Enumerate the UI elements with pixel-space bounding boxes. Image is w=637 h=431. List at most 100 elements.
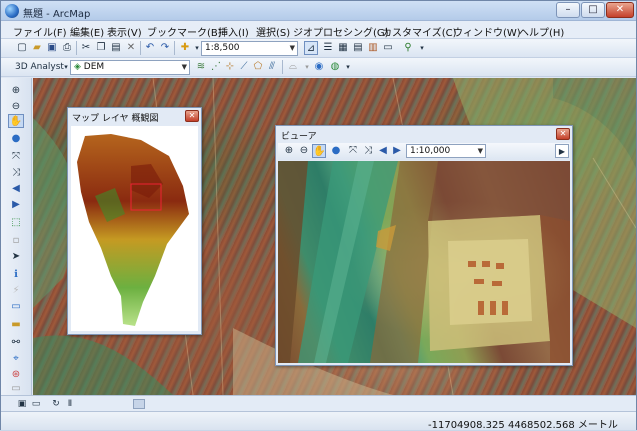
delete-icon[interactable]: ✕ [124,41,138,55]
select-features-icon[interactable]: ⬚ [9,216,23,230]
open-icon[interactable]: ▰ [30,41,44,55]
html-popup-icon[interactable]: ▭ [9,300,23,314]
interpolate-line-icon[interactable]: ⟋ [237,60,251,74]
3d-analyst-toolbar: 3D Analyst ▾ ◈ DEM ▼ ≋ ⋰ ⊹ ⟋ ⬠ ⫻ ⌓ ▾ ◉ ◍… [1,58,636,77]
data-view-icon[interactable]: ▭ [29,397,43,411]
viewer-fixed-zoom-out-icon[interactable]: ⤨ [361,144,375,158]
menu-insert[interactable]: 挿入(I) [218,24,249,39]
time-slider-icon[interactable]: ▭ [9,382,23,396]
cut-icon[interactable]: ✂ [79,41,93,55]
overview-dem-shape [77,134,189,326]
viewer-scale-combo[interactable]: 1:10,000 ▼ [406,144,486,158]
interpolate-polygon-icon[interactable]: ⬠ [251,60,265,74]
paste-icon[interactable]: ▤ [109,41,123,55]
model-builder-icon[interactable]: ⚲ [401,41,415,55]
viewer-zoom-out-icon[interactable]: ⊖ [297,144,311,158]
pause-drawing-icon[interactable]: Ⅱ [63,397,77,411]
coordinates-readout: -11704908.325 4468502.568 メートル [428,420,618,431]
window-title: 無題 - ArcMap [23,9,91,20]
horizontal-scrollbar-thumb[interactable] [133,399,145,409]
identify-icon[interactable]: ℹ [9,268,23,282]
chevron-down-icon: ▼ [181,63,187,71]
zoom-in-icon[interactable]: ⊕ [9,84,23,98]
select-elements-icon[interactable]: ➤ [9,250,23,264]
steepest-path-icon[interactable]: ⋰ [209,60,223,74]
pan-hand-icon[interactable]: ✋ [8,114,24,128]
fixed-zoom-in-icon[interactable]: ⤧ [9,150,23,164]
viewer-forward-icon[interactable]: ▶ [390,144,404,158]
clear-selection-icon[interactable]: ▫ [9,234,23,248]
viewer-more-button[interactable]: ▶ [555,144,569,158]
chevron-down-icon: ▼ [289,44,295,52]
raster-layer-icon: ◈ [74,62,84,72]
new-document-icon[interactable]: ▢ [15,41,29,55]
viewer-scale-value: 1:10,000 [410,146,451,156]
layout-view-icon[interactable]: ▣ [15,397,29,411]
redo-icon[interactable]: ↷ [158,41,172,55]
full-extent-icon[interactable]: ● [9,132,23,146]
go-to-xy-icon[interactable]: ⊛ [9,368,23,382]
viewer-map[interactable] [278,161,570,363]
viewer-pan-icon[interactable]: ✋ [312,144,326,158]
menu-edit[interactable]: 編集(E) [70,24,104,39]
arcscene-icon[interactable]: ◉ [312,60,326,74]
overview-window[interactable]: マップ レイヤ 概観図 ✕ [67,107,202,335]
tools-toolbar: ⊕ ⊖ ✋ ● ⤧ ⤨ ◀ ▶ ⬚ ▫ ➤ ℹ ⚡ ▭ ▬ ⚯ ⌖ ⊛ ▭ [1,78,32,395]
minimize-button[interactable]: – [556,2,580,18]
viewer-close-button[interactable]: ✕ [556,128,570,140]
viewer-window[interactable]: ビューア ✕ ⊕ ⊖ ✋ ● ⤧ ⤨ ◀ ▶ 1:10,000 ▼ ▶ [275,125,573,366]
title-bar: 無題 - ArcMap – □ ✕ [1,1,636,21]
print-icon[interactable]: ⎙ [60,41,74,55]
arctoolbox-icon[interactable]: ▥ [366,41,380,55]
copy-icon[interactable]: ❐ [94,41,108,55]
catalog-icon[interactable]: ▦ [336,41,350,55]
overview-close-button[interactable]: ✕ [185,110,199,122]
viewer-back-icon[interactable]: ◀ [376,144,390,158]
layer-name: DEM [83,62,105,72]
fixed-zoom-out-icon[interactable]: ⤨ [9,166,23,180]
menu-windows[interactable]: ウィンドウ(W) [453,24,521,39]
undo-icon[interactable]: ↶ [143,41,157,55]
map-scale-combo[interactable]: 1:8,500 ▼ [201,41,298,56]
create-profile-graph-icon[interactable]: ⌓ [286,60,300,74]
menu-bookmarks[interactable]: ブックマーク(B) [147,24,222,39]
editor-toolbar-icon[interactable]: ⊿ [304,41,318,55]
toolbar-options-icon[interactable]: ▾ [415,41,429,55]
menu-file[interactable]: ファイル(F) [13,24,67,39]
viewer-fixed-zoom-in-icon[interactable]: ⤧ [346,144,360,158]
arcglobe-icon[interactable]: ◍ [328,60,342,74]
zoom-out-icon[interactable]: ⊖ [9,100,23,114]
arcmap-globe-icon [5,4,19,18]
menu-customize[interactable]: カスタマイズ(C) [382,24,457,39]
layer-combo[interactable]: ◈ DEM ▼ [70,60,190,75]
search-window-icon[interactable]: ▤ [351,41,365,55]
hyperlink-icon[interactable]: ⚡ [9,284,23,298]
chevron-down-icon: ▼ [477,147,483,155]
status-bar: -11704908.325 4468502.568 メートル [1,411,636,431]
save-icon[interactable]: ▣ [45,41,59,55]
overview-map [71,126,198,331]
menu-geoprocessing[interactable]: ジオプロセシング(G) [293,24,389,39]
refresh-icon[interactable]: ↻ [49,397,63,411]
forward-extent-icon[interactable]: ▶ [9,198,23,212]
find-binoculars-icon[interactable]: ⚯ [9,336,23,350]
table-of-contents-icon[interactable]: ☰ [321,41,335,55]
viewer-zoom-in-icon[interactable]: ⊕ [282,144,296,158]
maximize-button[interactable]: □ [581,2,605,18]
python-window-icon[interactable]: ▭ [381,41,395,55]
menu-view[interactable]: 表示(V) [107,24,142,39]
close-button[interactable]: ✕ [606,2,634,18]
viewer-title: ビューア [281,132,317,142]
menu-selection[interactable]: 選択(S) [256,24,290,39]
back-extent-icon[interactable]: ◀ [9,182,23,196]
viewer-toolbar: ⊕ ⊖ ✋ ● ⤧ ⤨ ◀ ▶ 1:10,000 ▼ ▶ [278,143,570,160]
find-route-icon[interactable]: ⌖ [9,352,23,366]
viewer-full-extent-icon[interactable]: ● [329,144,343,158]
standard-toolbar: ▢ ▰ ▣ ⎙ ✂ ❐ ▤ ✕ ↶ ↷ ✚ ▾ 1:8,500 ▼ ⊿ ☰ ▦ … [1,39,636,58]
profile-graph-icon[interactable]: ⫻ [265,60,279,74]
contour-icon[interactable]: ≋ [194,60,208,74]
interpolate-point-icon[interactable]: ⊹ [223,60,237,74]
measure-icon[interactable]: ▬ [9,318,23,332]
menu-help[interactable]: ヘルプ(H) [519,24,564,39]
toolbar2-options-icon[interactable]: ▾ [341,60,355,74]
